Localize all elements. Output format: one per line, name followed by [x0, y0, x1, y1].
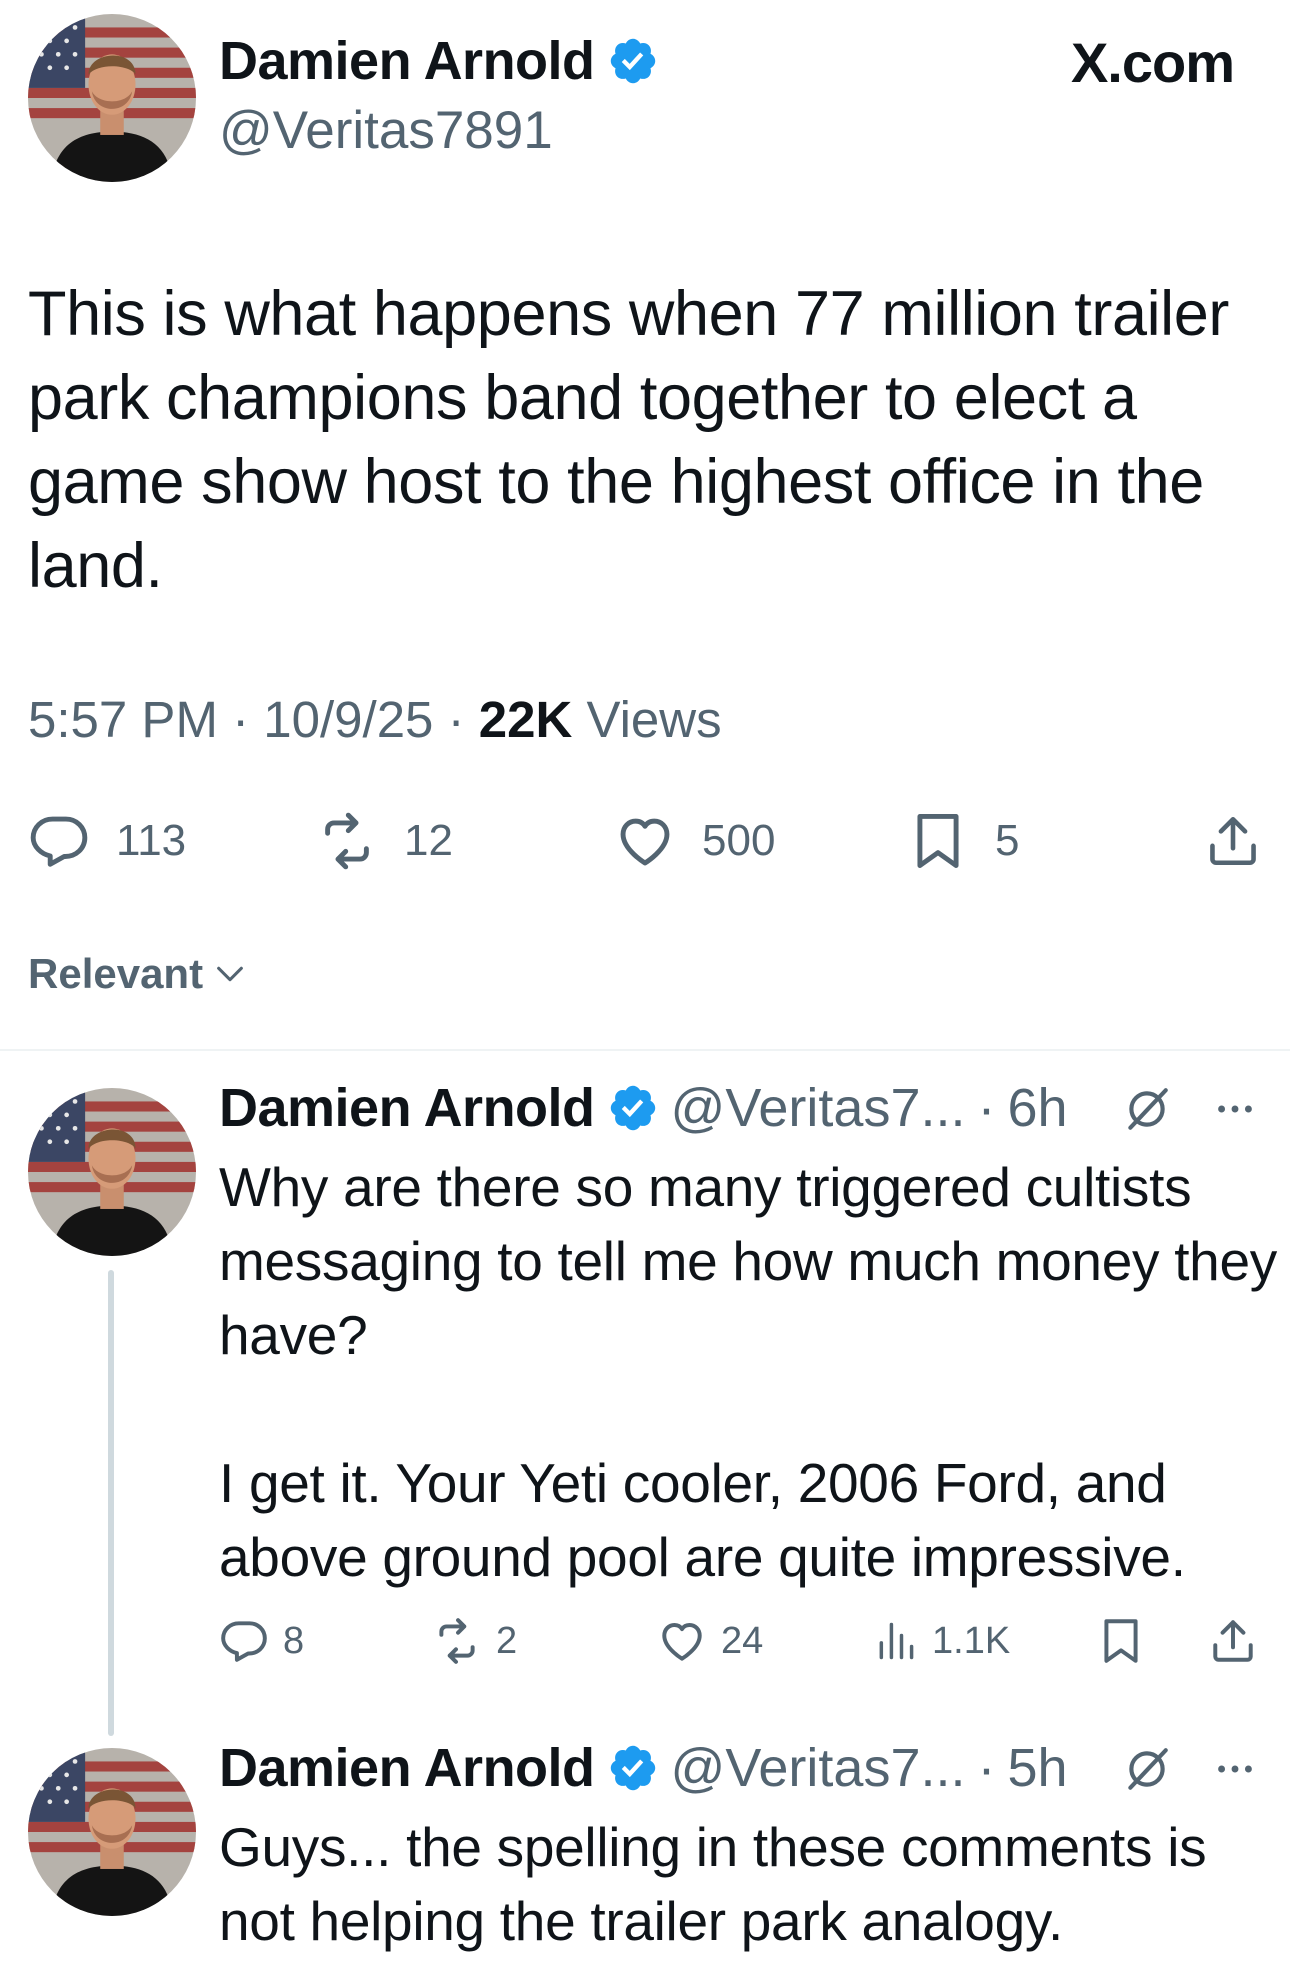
- repost-icon: [316, 810, 378, 872]
- grok-icon[interactable]: [1122, 1744, 1172, 1794]
- verified-badge-icon: [607, 35, 659, 87]
- reply-text: Guys... the spelling in these comments i…: [219, 1816, 1207, 1952]
- repost-button[interactable]: 12: [316, 808, 453, 874]
- author-handle[interactable]: @Veritas7891: [219, 100, 553, 161]
- tweet-text: This is what happens when 77 million tra…: [28, 279, 1229, 601]
- like-count: 500: [702, 816, 776, 865]
- share-button[interactable]: [1204, 808, 1262, 874]
- like-count: 24: [721, 1619, 764, 1662]
- share-icon: [1204, 812, 1262, 870]
- reply-header: Damien Arnold @Veritas7... · 6h: [219, 1077, 1068, 1139]
- repost-count: 12: [404, 816, 453, 865]
- like-icon: [657, 1616, 707, 1666]
- reply-button[interactable]: 113: [28, 808, 186, 874]
- bookmark-icon: [1096, 1616, 1146, 1666]
- chevron-down-icon: [213, 957, 247, 991]
- views-count: 22K: [478, 691, 573, 748]
- more-icon[interactable]: [1212, 1086, 1258, 1132]
- reply-header-icons: [1122, 1084, 1258, 1134]
- divider: [0, 1049, 1290, 1051]
- verified-badge-icon: [607, 1742, 659, 1794]
- reply-icon: [219, 1616, 269, 1666]
- bookmark-button[interactable]: [1096, 1614, 1146, 1668]
- reply-author-handle[interactable]: @Veritas7...: [671, 1737, 966, 1799]
- thread-line: [108, 1270, 114, 1736]
- avatar[interactable]: [28, 1088, 196, 1256]
- sort-label: Relevant: [28, 950, 204, 997]
- reply-time[interactable]: 5h: [1007, 1737, 1067, 1799]
- like-icon: [614, 810, 676, 872]
- tweet-date[interactable]: 10/9/25: [263, 691, 433, 748]
- meta-separator: ·: [977, 1738, 996, 1798]
- grok-icon[interactable]: [1122, 1084, 1172, 1134]
- reply-author-name[interactable]: Damien Arnold: [219, 1077, 595, 1139]
- views-icon: [874, 1617, 918, 1665]
- reply-count: 113: [116, 816, 187, 865]
- tweet-time[interactable]: 5:57 PM: [28, 691, 218, 748]
- share-button[interactable]: [1208, 1614, 1258, 1668]
- reply-author-handle[interactable]: @Veritas7...: [671, 1077, 966, 1139]
- bookmark-count: 5: [995, 816, 1020, 865]
- bookmark-icon: [907, 810, 969, 872]
- reply-author-name[interactable]: Damien Arnold: [219, 1737, 595, 1799]
- reply-text: Why are there so many triggered cultists…: [219, 1156, 1277, 1366]
- tweet-meta: 5:57 PM · 10/9/25 · 22K Views: [28, 690, 722, 749]
- author-name[interactable]: Damien Arnold: [219, 30, 659, 92]
- like-button[interactable]: 24: [657, 1614, 763, 1668]
- reply-count: 8: [283, 1619, 305, 1662]
- verified-badge-icon: [607, 1082, 659, 1134]
- reply-icon: [28, 810, 90, 872]
- bookmark-button[interactable]: 5: [907, 808, 1019, 874]
- meta-separator: ·: [447, 691, 465, 748]
- repost-count: 2: [496, 1619, 518, 1662]
- meta-separator: ·: [232, 691, 250, 748]
- reply-sort-dropdown[interactable]: Relevant: [28, 950, 247, 998]
- like-button[interactable]: 500: [614, 808, 775, 874]
- reply-button[interactable]: 8: [219, 1614, 304, 1668]
- meta-separator: ·: [977, 1078, 996, 1138]
- repost-icon: [432, 1616, 482, 1666]
- brand-logo: X.com: [1070, 31, 1235, 94]
- reply-header-icons: [1122, 1744, 1258, 1794]
- reply-text: I get it. Your Yeti cooler, 2006 Ford, a…: [219, 1452, 1186, 1588]
- reply-header: Damien Arnold @Veritas7... · 5h: [219, 1737, 1068, 1799]
- more-icon[interactable]: [1212, 1746, 1258, 1792]
- avatar[interactable]: [28, 14, 196, 182]
- views-label: Views: [586, 691, 722, 748]
- views-count: 1.1K: [932, 1619, 1011, 1662]
- avatar[interactable]: [28, 1748, 196, 1916]
- share-icon: [1208, 1616, 1258, 1666]
- views-button[interactable]: 1.1K: [874, 1614, 1010, 1668]
- reply-time[interactable]: 6h: [1007, 1077, 1067, 1139]
- repost-button[interactable]: 2: [432, 1614, 517, 1668]
